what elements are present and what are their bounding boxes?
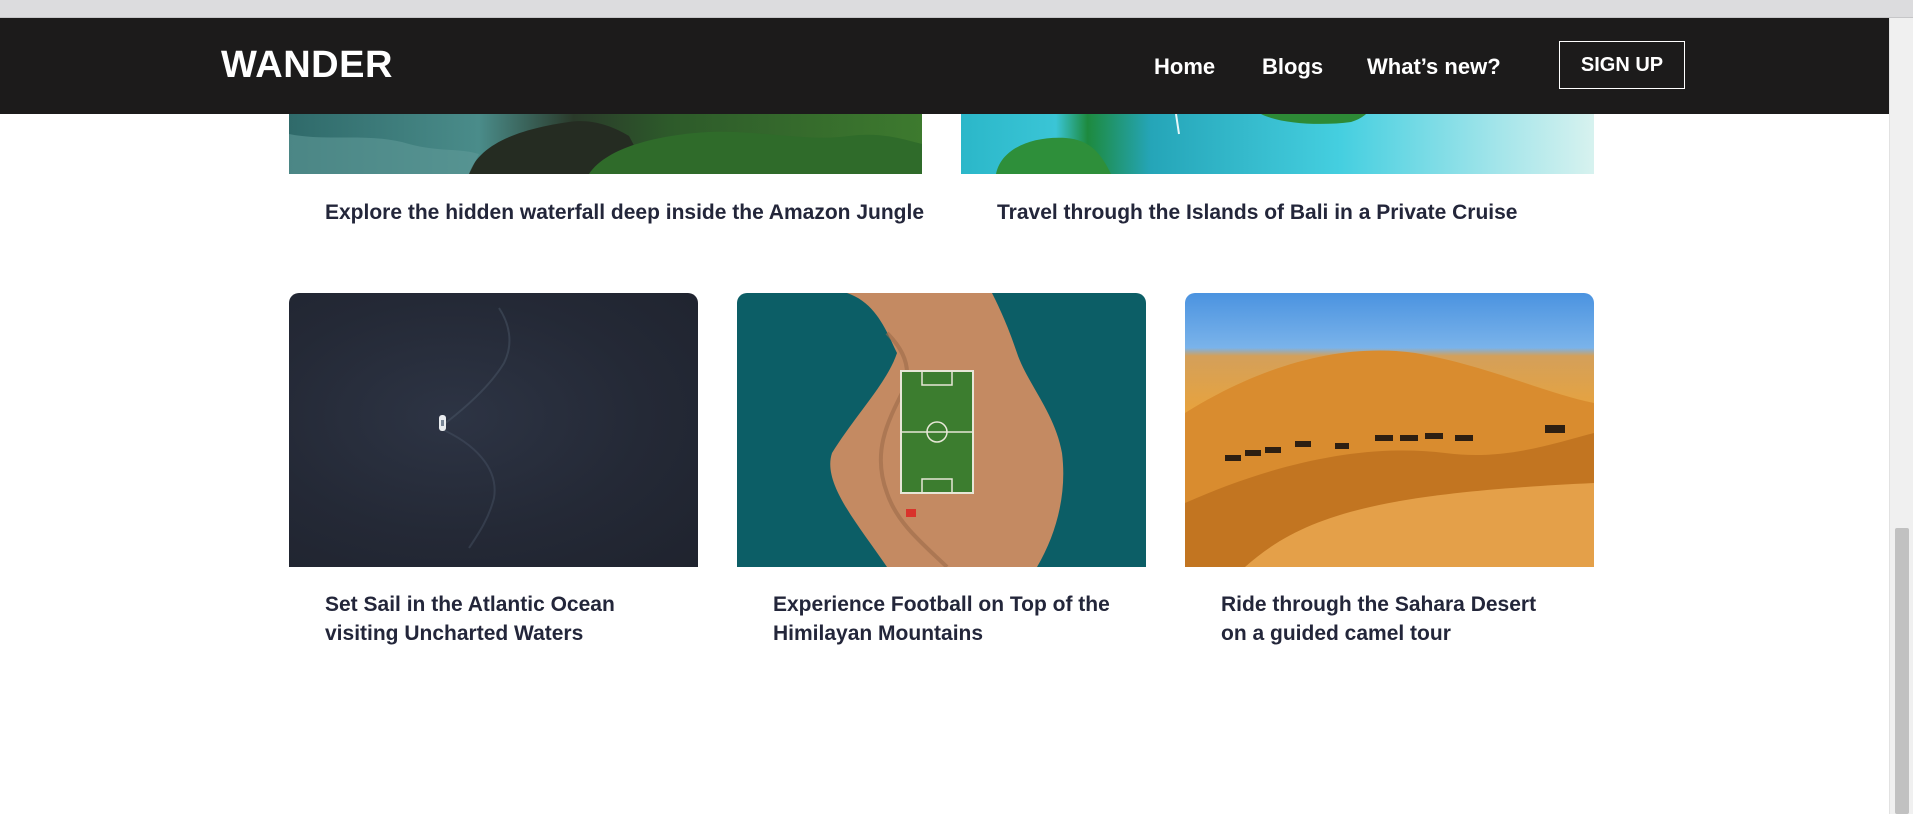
brand-logo[interactable]: WANDER xyxy=(221,44,393,87)
nav-link-blogs[interactable]: Blogs xyxy=(1262,54,1323,80)
card-title-bali[interactable]: Travel through the Islands of Bali in a … xyxy=(997,198,1517,227)
sahara-camels-image[interactable] xyxy=(1185,293,1594,567)
scrollbar-thumb[interactable] xyxy=(1895,528,1909,814)
nav-link-whats-new[interactable]: What’s new? xyxy=(1367,54,1501,80)
atlantic-ocean-boat-image[interactable] xyxy=(289,293,698,567)
nav-link-home[interactable]: Home xyxy=(1154,54,1215,80)
card-title-amazon[interactable]: Explore the hidden waterfall deep inside… xyxy=(325,198,924,227)
card-title-football[interactable]: Experience Football on Top of the Himila… xyxy=(773,590,1113,648)
navbar: WANDER Home Blogs What’s new? SIGN UP xyxy=(0,18,1889,114)
card-title-atlantic[interactable]: Set Sail in the Atlantic Ocean visiting … xyxy=(325,590,645,648)
island-football-field-image[interactable] xyxy=(737,293,1146,567)
card-title-sahara[interactable]: Ride through the Sahara Desert on a guid… xyxy=(1221,590,1561,648)
amazon-waterfall-image[interactable] xyxy=(289,114,922,174)
browser-top-bar xyxy=(0,0,1913,18)
bali-islands-image[interactable] xyxy=(961,114,1594,174)
signup-button[interactable]: SIGN UP xyxy=(1559,41,1685,89)
page-scrollbar[interactable] xyxy=(1889,18,1913,814)
